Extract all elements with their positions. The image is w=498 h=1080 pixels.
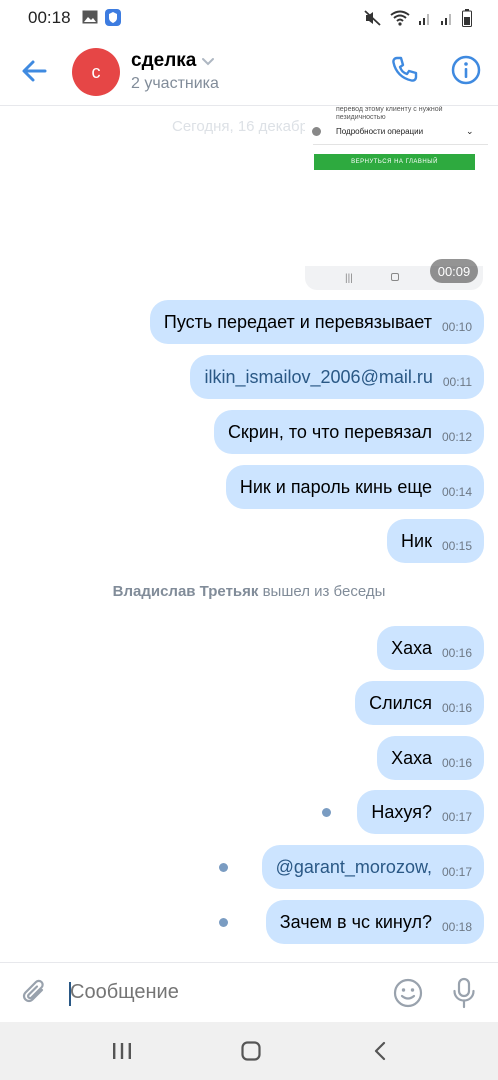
chat-header: с сделка 2 участника	[0, 36, 498, 106]
avatar-letter: с	[91, 61, 101, 82]
unread-dot	[219, 863, 228, 872]
chat-avatar[interactable]: с	[72, 48, 120, 96]
message-bubble[interactable]: Зачем в чс кинул? 00:18	[265, 900, 484, 944]
email-link[interactable]: ilkin_ismailov_2006@mail.ru	[204, 367, 432, 388]
message-bubble[interactable]: Хаха 00:16	[377, 626, 484, 670]
message-time: 00:14	[441, 485, 472, 499]
date-label: Сегодня, 16 декабря	[172, 118, 316, 135]
message-text: Ник	[401, 530, 432, 551]
system-message: Владислав Третьяк вышел из беседы	[0, 583, 498, 600]
message-composer	[0, 962, 498, 1022]
home-icon	[391, 273, 399, 281]
home-icon[interactable]	[240, 1040, 262, 1067]
back-arrow-icon[interactable]	[18, 54, 52, 88]
message-text: Хаха	[391, 637, 432, 658]
message-time: 00:15	[441, 539, 472, 553]
message-time: 00:12	[441, 430, 472, 444]
mute-icon	[364, 10, 382, 31]
message-bubble[interactable]: Ник и пароль кинь еще 00:14	[225, 465, 484, 509]
message-bubble[interactable]: Ник 00:15	[387, 519, 484, 563]
phone-icon[interactable]	[388, 54, 420, 91]
smiley-icon[interactable]	[393, 978, 423, 1013]
chat-participants: 2 участника	[131, 75, 219, 92]
unread-dot	[322, 808, 331, 817]
chevron-down-icon[interactable]	[200, 55, 216, 73]
system-message-action: вышел из беседы	[262, 583, 386, 600]
message-bubble[interactable]: ilkin_ismailov_2006@mail.ru 00:11	[190, 355, 484, 399]
signal-icon-2	[440, 11, 454, 30]
status-bar: 00:18	[0, 0, 498, 36]
shield-icon	[105, 9, 121, 31]
attachment-text: перевод этому клиенту с нужной пезидично…	[336, 106, 443, 121]
message-text: Скрин, то что перевязал	[227, 421, 432, 442]
message-text: Нахуя?	[371, 801, 432, 822]
chevron-down-icon: ⌄	[466, 126, 474, 136]
message-time: 00:16	[441, 646, 472, 660]
wifi-icon	[390, 10, 410, 31]
message-time: 00:17	[441, 810, 472, 824]
message-time: 00:18	[441, 920, 472, 934]
recents-icon: |||	[345, 273, 353, 284]
attachment-return-button: ВЕРНУТЬСЯ НА ГЛАВНЫЙ	[314, 154, 475, 170]
message-time: 00:17	[441, 865, 472, 879]
divider	[313, 144, 488, 145]
paperclip-icon[interactable]	[20, 977, 50, 1014]
message-text: Зачем в чс кинул?	[279, 911, 432, 932]
image-icon	[82, 10, 98, 29]
message-input[interactable]	[70, 981, 370, 1004]
message-time: 00:16	[441, 756, 472, 770]
system-navigation-bar	[0, 1022, 498, 1080]
info-icon	[312, 127, 321, 136]
message-bubble[interactable]: Слился 00:16	[355, 681, 484, 725]
battery-icon	[462, 9, 472, 32]
recents-icon[interactable]	[111, 1040, 133, 1067]
mention-link[interactable]: @garant_morozow,	[276, 857, 432, 878]
info-icon[interactable]	[450, 54, 482, 91]
chat-title[interactable]: сделка	[131, 50, 196, 72]
microphone-icon[interactable]	[451, 977, 477, 1014]
message-bubble[interactable]: Скрин, то что перевязал 00:12	[213, 410, 484, 454]
system-message-name[interactable]: Владислав Третьяк	[113, 583, 259, 600]
message-text: Слился	[369, 692, 432, 713]
message-text: Хаха	[391, 747, 432, 768]
attachment-time: 00:09	[430, 259, 478, 283]
attachment-details-label: Подробности операции	[336, 127, 424, 136]
signal-icon	[418, 11, 432, 30]
message-list[interactable]: Сегодня, 16 декабря перевод этому клиент…	[0, 106, 498, 962]
status-time: 00:18	[28, 8, 71, 27]
message-text: Пусть передает и перевязывает	[163, 311, 432, 332]
message-bubble[interactable]: Хаха 00:16	[377, 736, 484, 780]
unread-dot	[219, 918, 228, 927]
message-bubble[interactable]: Пусть передает и перевязывает 00:10	[149, 300, 484, 344]
message-text: Ник и пароль кинь еще	[239, 476, 432, 497]
message-bubble[interactable]: @garant_morozow, 00:17	[261, 845, 484, 889]
message-time: 00:16	[441, 701, 472, 715]
message-time: 00:10	[441, 320, 472, 334]
message-time: 00:11	[442, 375, 472, 389]
back-icon[interactable]	[370, 1040, 392, 1067]
message-bubble[interactable]: Нахуя? 00:17	[357, 790, 484, 834]
